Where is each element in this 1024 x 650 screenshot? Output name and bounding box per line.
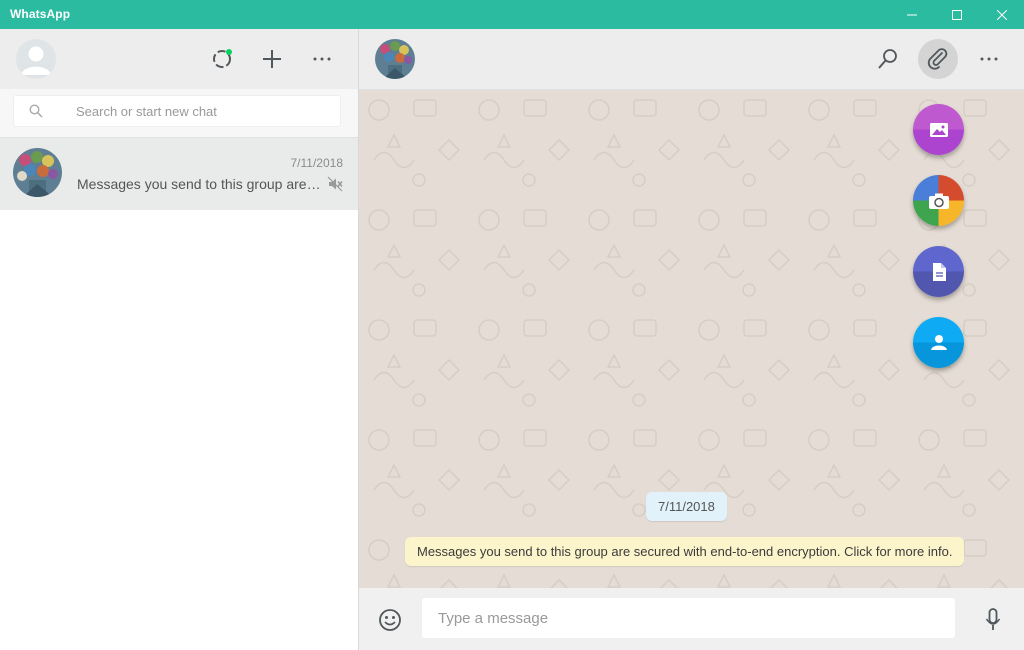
- chat-date: 7/11/2018: [290, 156, 344, 170]
- search-icon: [29, 104, 43, 118]
- menu-button[interactable]: [310, 47, 334, 71]
- contact-icon: [930, 334, 947, 350]
- conversation-panel: 7/11/2018 Messages you send to this grou…: [359, 29, 1024, 650]
- group-photo-icon: [13, 148, 62, 197]
- voice-message-button[interactable]: [985, 608, 1001, 632]
- attach-gallery-button[interactable]: [913, 104, 964, 155]
- plus-icon: [263, 50, 281, 68]
- more-horizontal-icon: [980, 57, 998, 61]
- chat-list-panel: Search or start new chat 7/11/2018 Messa…: [0, 29, 359, 650]
- muted-icon: [327, 176, 343, 192]
- chat-list-item[interactable]: 7/11/2018 Messages you send to this grou…: [0, 137, 358, 210]
- maximize-icon: [951, 9, 962, 20]
- image-icon: [929, 122, 948, 137]
- default-user-icon: [21, 46, 51, 75]
- group-avatar: [13, 148, 62, 197]
- minimize-icon: [906, 14, 917, 15]
- search-input[interactable]: Search or start new chat: [13, 95, 341, 127]
- conversation-avatar[interactable]: [375, 39, 415, 79]
- maximize-button[interactable]: [934, 0, 979, 29]
- message-input[interactable]: Type a message: [422, 598, 955, 638]
- emoji-button[interactable]: [378, 608, 402, 632]
- search-icon: [878, 49, 897, 69]
- conversation-header: [359, 29, 1024, 90]
- close-icon: [996, 9, 1007, 20]
- search-placeholder: Search or start new chat: [76, 104, 217, 119]
- new-chat-button[interactable]: [260, 47, 284, 71]
- more-horizontal-icon: [313, 57, 331, 61]
- composer: Type a message: [359, 588, 1024, 650]
- search-bar: Search or start new chat: [0, 89, 358, 137]
- left-header: [0, 29, 358, 89]
- smiley-icon: [379, 609, 401, 631]
- microphone-icon: [985, 608, 1001, 630]
- attach-contact-button[interactable]: [913, 317, 964, 368]
- conversation-menu-button[interactable]: [977, 47, 1001, 71]
- status-button[interactable]: [210, 47, 234, 71]
- message-placeholder: Type a message: [438, 610, 549, 627]
- search-messages-button[interactable]: [876, 47, 900, 71]
- app-title: WhatsApp: [10, 7, 71, 21]
- attach-camera-button[interactable]: [913, 175, 964, 226]
- conversation-background: 7/11/2018 Messages you send to this grou…: [359, 90, 1024, 588]
- minimize-button[interactable]: [889, 0, 934, 29]
- my-avatar[interactable]: [16, 39, 56, 79]
- date-chip: 7/11/2018: [646, 492, 727, 521]
- document-icon: [932, 262, 946, 281]
- group-photo-icon: [375, 39, 415, 79]
- camera-icon: [928, 193, 949, 209]
- paperclip-icon: [927, 48, 948, 70]
- attach-document-button[interactable]: [913, 246, 964, 297]
- encryption-notice[interactable]: Messages you send to this group are secu…: [405, 537, 965, 566]
- close-window-button[interactable]: [979, 0, 1024, 29]
- status-icon: [213, 49, 232, 68]
- title-bar: WhatsApp: [0, 0, 1024, 29]
- attach-button[interactable]: [918, 39, 958, 79]
- chat-preview: Messages you send to this group are secu…: [77, 176, 322, 192]
